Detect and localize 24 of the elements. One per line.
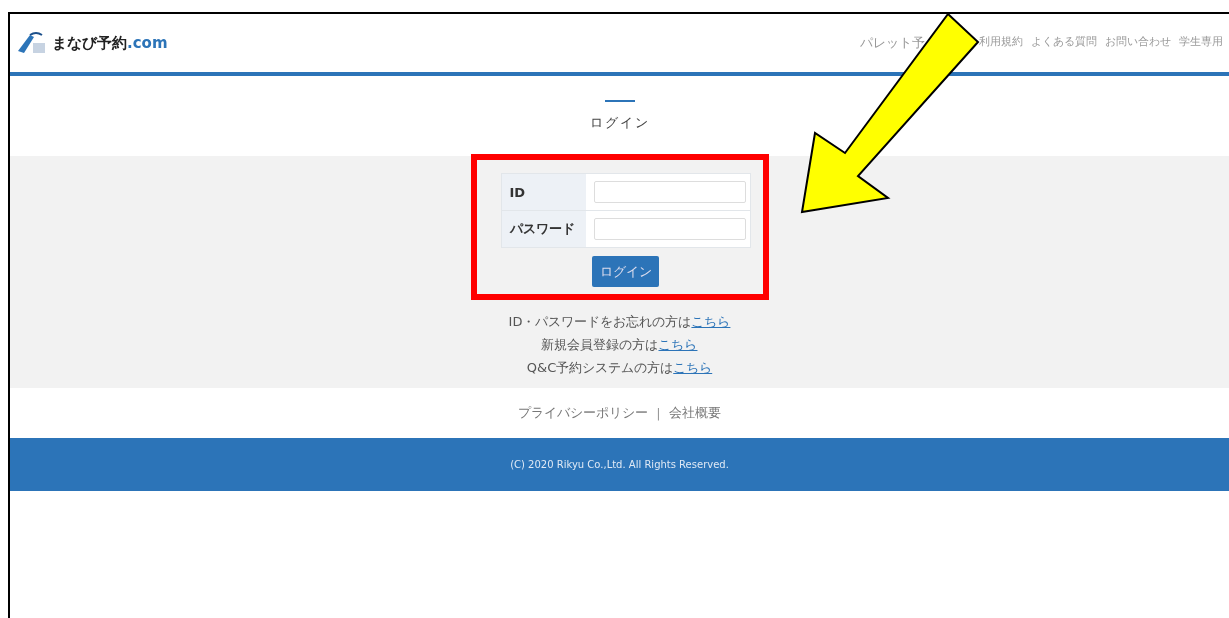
input-field[interactable] bbox=[593, 218, 746, 240]
logo-icon bbox=[16, 31, 46, 55]
help-link[interactable]: こちら bbox=[691, 314, 731, 329]
nav-link[interactable]: よくある質問 bbox=[1031, 34, 1097, 52]
input-field[interactable] bbox=[593, 181, 746, 203]
nav-link[interactable]: 利用規約 bbox=[979, 34, 1023, 52]
nav-link[interactable]: 学生専用 bbox=[1179, 34, 1223, 52]
footer-link[interactable]: プライバシーポリシー bbox=[518, 404, 649, 422]
page-title: ログイン bbox=[589, 114, 650, 132]
separator: | bbox=[656, 405, 661, 421]
field-label: パスワード bbox=[501, 211, 586, 247]
help-link[interactable]: こちら bbox=[658, 337, 698, 352]
copyright-text: (C) 2020 Rikyu Co.,Ltd. All Rights Reserved. bbox=[510, 459, 729, 470]
help-text: 新規会員登録の方はこちら bbox=[541, 336, 698, 354]
help-text: Q&C予約システムの方はこちら bbox=[526, 359, 713, 377]
field-label: ID bbox=[501, 174, 586, 210]
nav-link[interactable]: お問い合わせ bbox=[1105, 34, 1171, 52]
logo-text: まなび予約.com bbox=[52, 33, 168, 53]
help-text: ID・パスワードをお忘れの方はこちら bbox=[508, 313, 731, 331]
footer-link[interactable]: 会社概要 bbox=[668, 404, 721, 422]
login-button[interactable]: ログイン bbox=[592, 256, 659, 287]
help-link[interactable]: こちら bbox=[673, 360, 713, 375]
title-rule bbox=[604, 100, 635, 102]
nav-link[interactable]: パレット予 bbox=[860, 34, 925, 52]
